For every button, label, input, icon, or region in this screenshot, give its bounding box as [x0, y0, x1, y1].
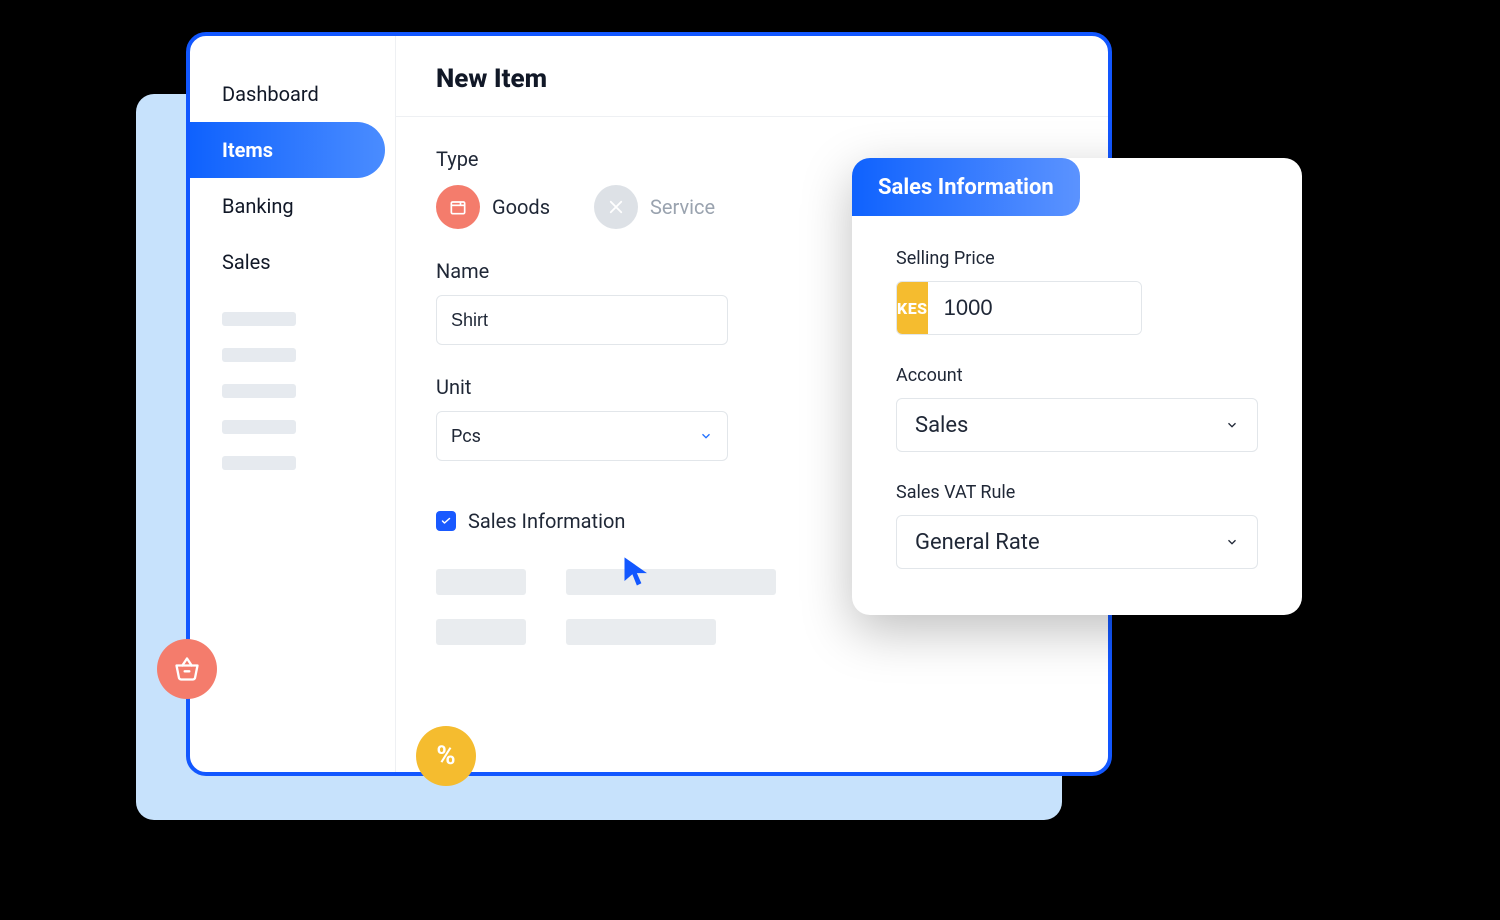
type-option-label: Goods [492, 195, 550, 219]
currency-prefix: KES [897, 282, 928, 334]
skeleton-block [436, 619, 526, 645]
selling-price-field: KES [896, 281, 1142, 335]
selling-price-input[interactable] [928, 282, 1142, 334]
sidebar-skeleton [222, 312, 296, 326]
placeholder-row [436, 619, 1068, 645]
sidebar-item-label: Dashboard [222, 82, 319, 106]
sidebar-skeleton [222, 456, 296, 470]
sidebar: Dashboard Items Banking Sales [190, 36, 396, 772]
sales-info-title: Sales Information [878, 175, 1054, 200]
percent-icon: % [436, 741, 455, 771]
sidebar-item-label: Banking [222, 194, 294, 218]
basket-badge [157, 639, 217, 699]
vat-rule-label: Sales VAT Rule [896, 482, 1258, 503]
box-icon [436, 185, 480, 229]
vat-rule-select-value: General Rate [915, 530, 1040, 555]
vat-rule-select[interactable]: General Rate [896, 515, 1258, 569]
sidebar-skeleton [222, 420, 296, 434]
checkbox-checked-icon [436, 511, 456, 531]
basket-icon [173, 655, 201, 683]
sidebar-item-label: Items [222, 138, 273, 162]
type-option-label: Service [650, 195, 715, 219]
chevron-down-icon [1225, 418, 1239, 432]
chevron-down-icon [699, 429, 713, 443]
sidebar-item-banking[interactable]: Banking [190, 178, 385, 234]
page-title: New Item [436, 64, 1068, 116]
sales-info-card: Sales Information Selling Price KES Acco… [852, 158, 1302, 615]
skeleton-block [436, 569, 526, 595]
sales-info-tab: Sales Information [852, 158, 1080, 216]
cursor-icon [620, 554, 656, 590]
divider [396, 116, 1108, 117]
selling-price-label: Selling Price [896, 248, 1258, 269]
percent-badge: % [416, 726, 476, 786]
account-label: Account [896, 365, 1258, 386]
type-option-goods[interactable]: Goods [436, 185, 550, 229]
tools-icon [594, 185, 638, 229]
sales-info-checkbox-label: Sales Information [468, 509, 625, 533]
sidebar-item-items[interactable]: Items [190, 122, 385, 178]
sidebar-item-label: Sales [222, 250, 271, 274]
account-select[interactable]: Sales [896, 398, 1258, 452]
sidebar-item-sales[interactable]: Sales [190, 234, 385, 290]
chevron-down-icon [1225, 535, 1239, 549]
sidebar-item-dashboard[interactable]: Dashboard [190, 66, 385, 122]
type-option-service[interactable]: Service [594, 185, 715, 229]
name-input[interactable] [436, 295, 728, 345]
skeleton-block [566, 619, 716, 645]
unit-select-value: Pcs [451, 426, 481, 447]
sidebar-skeleton [222, 384, 296, 398]
account-select-value: Sales [915, 413, 968, 438]
sidebar-skeleton [222, 348, 296, 362]
skeleton-block [566, 569, 776, 595]
unit-select[interactable]: Pcs [436, 411, 728, 461]
